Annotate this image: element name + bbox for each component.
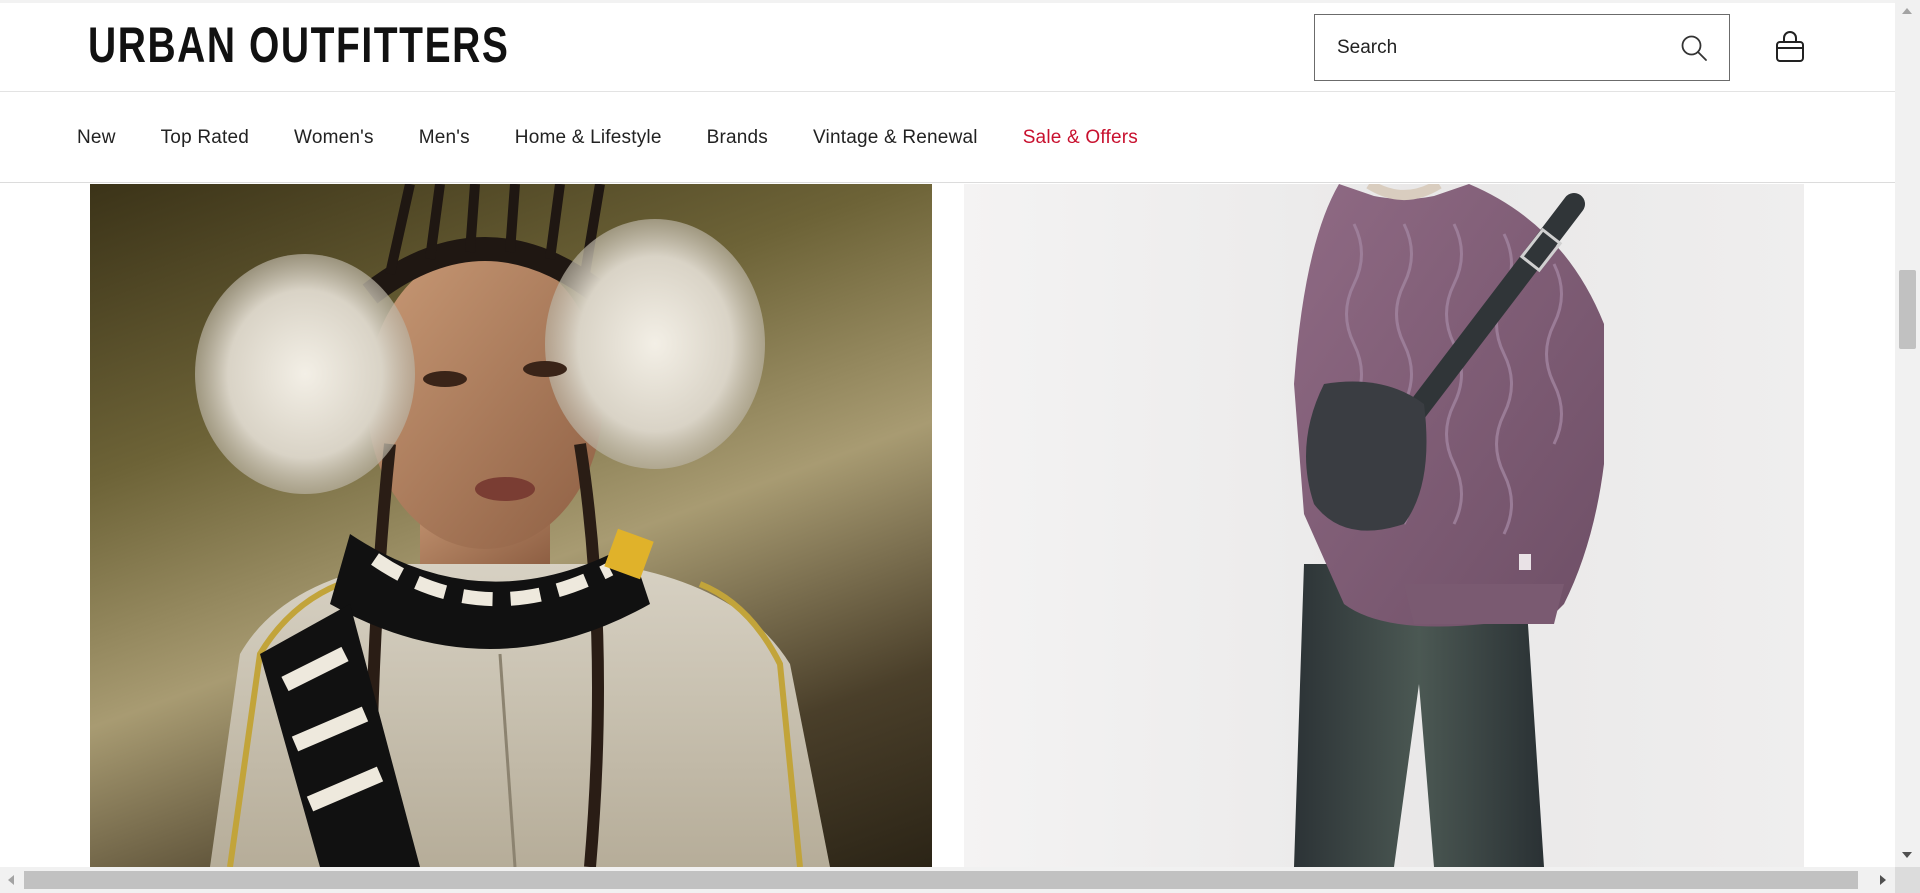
shopping-bag-button[interactable] [1774,30,1806,64]
nav-item-brands[interactable]: Brands [707,127,768,149]
site-header: URBAN OUTFITTERS [0,3,1895,92]
main-content [0,184,1895,867]
scroll-down-arrow-icon[interactable] [1902,852,1912,858]
scroll-left-arrow-icon[interactable] [8,875,14,885]
mens-editorial-image[interactable] [964,184,1804,867]
nav-item-mens[interactable]: Men's [419,127,470,149]
nav-item-vintage-renewal[interactable]: Vintage & Renewal [813,127,978,149]
search-box [1314,14,1730,81]
search-button[interactable] [1679,33,1709,63]
horizontal-scrollbar[interactable] [0,867,1895,893]
vertical-scrollbar[interactable] [1895,0,1920,867]
nav-item-home-lifestyle[interactable]: Home & Lifestyle [515,127,662,149]
womens-editorial-image[interactable] [90,184,932,867]
nav-item-womens[interactable]: Women's [294,127,374,149]
nav-item-top-rated[interactable]: Top Rated [161,127,249,149]
nav-item-sale-offers[interactable]: Sale & Offers [1023,127,1138,149]
main-navigation: New Top Rated Women's Men's Home & Lifes… [0,93,1895,183]
scroll-right-arrow-icon[interactable] [1880,875,1886,885]
nav-items: New Top Rated Women's Men's Home & Lifes… [77,93,1183,183]
shopping-bag-icon [1776,31,1804,62]
horizontal-scrollbar-thumb[interactable] [24,871,1858,889]
search-icon [1681,35,1707,61]
womens-editorial-photo [195,184,830,867]
vertical-scrollbar-thumb[interactable] [1899,270,1916,349]
search-input[interactable] [1315,15,1655,80]
scroll-up-arrow-icon[interactable] [1902,8,1912,14]
site-logo[interactable]: URBAN OUTFITTERS [88,17,509,73]
nav-item-new[interactable]: New [77,127,116,149]
mens-editorial-photo [1294,184,1604,867]
scrollbar-corner [1895,867,1920,893]
